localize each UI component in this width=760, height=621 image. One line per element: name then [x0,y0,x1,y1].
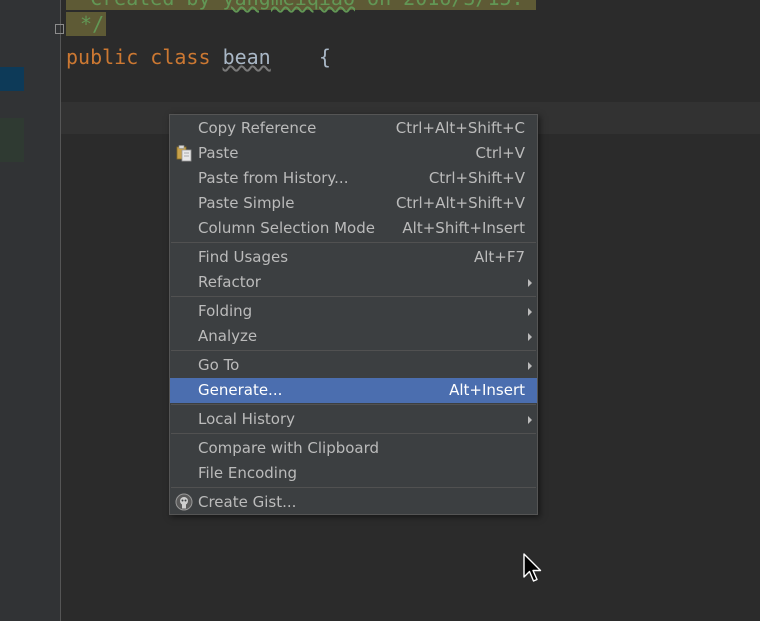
menu-label: Copy Reference [198,119,317,137]
code-class-declaration[interactable]: public class bean { [66,45,331,69]
menu-separator [171,433,536,434]
menu-shortcut: Ctrl+Shift+V [428,169,525,187]
menu-label: Column Selection Mode [198,219,375,237]
menu-label: Generate... [198,381,283,399]
menu-separator [171,404,536,405]
menu-label: Find Usages [198,248,289,266]
menu-item-local-history[interactable]: Local History [170,407,537,432]
menu-item-generate[interactable]: Generate... Alt+Insert [170,378,537,403]
clipboard-icon [176,145,192,162]
menu-label: Go To [198,356,240,374]
menu-label: Paste [198,144,239,162]
menu-shortcut: Ctrl+V [475,144,525,162]
menu-item-paste-simple[interactable]: Paste Simple Ctrl+Alt+Shift+V [170,191,537,216]
menu-item-folding[interactable]: Folding [170,299,537,324]
open-brace: { [318,45,331,69]
menu-item-find-usages[interactable]: Find Usages Alt+F7 [170,245,537,270]
editor-gutter [24,0,61,621]
menu-separator [171,350,536,351]
submenu-arrow-icon [528,362,532,370]
menu-label: Folding [198,302,253,320]
menu-label: Refactor [198,273,261,291]
menu-item-copy-reference[interactable]: Copy Reference Ctrl+Alt+Shift+C [170,116,537,141]
menu-separator [171,296,536,297]
comment-prefix [66,0,90,10]
mouse-pointer-icon [523,553,542,582]
menu-item-go-to[interactable]: Go To [170,353,537,378]
menu-label: File Encoding [198,464,297,482]
menu-item-file-encoding[interactable]: File Encoding [170,461,537,486]
menu-label: Create Gist... [198,493,297,511]
submenu-arrow-icon [528,333,532,341]
menu-shortcut: Alt+Insert [449,381,525,399]
submenu-arrow-icon [528,416,532,424]
menu-item-compare-with-clipboard[interactable]: Compare with Clipboard [170,436,537,461]
submenu-arrow-icon [528,308,532,316]
menu-item-analyze[interactable]: Analyze [170,324,537,349]
menu-separator [171,242,536,243]
tool-window-strip [0,0,24,621]
editor-context-menu: Copy Reference Ctrl+Alt+Shift+C Paste Ct… [169,114,538,515]
comment-date: on 2016/3/15. [355,0,524,10]
comment-text: Created by [90,0,222,10]
menu-shortcut: Alt+Shift+Insert [402,219,525,237]
keyword-class: class [150,45,211,69]
menu-label: Local History [198,410,296,428]
menu-shortcut: Ctrl+Alt+Shift+V [395,194,525,212]
menu-separator [171,487,536,488]
comment-username: yangmeiqiao [223,0,355,10]
class-name[interactable]: bean [223,45,271,69]
menu-label: Paste Simple [198,194,295,212]
menu-label: Paste from History... [198,169,349,187]
code-comment-end: */ [66,12,107,36]
fold-marker-icon[interactable] [55,24,64,34]
menu-item-refactor[interactable]: Refactor [170,270,537,295]
menu-shortcut: Alt+F7 [473,248,525,266]
menu-shortcut: Ctrl+Alt+Shift+C [395,119,525,137]
menu-item-column-selection-mode[interactable]: Column Selection Mode Alt+Shift+Insert [170,216,537,241]
gutter-marker-blue [0,67,24,91]
gutter-marker-green [0,118,24,162]
code-comment-author: Created by yangmeiqiao on 2016/3/15. [66,0,536,10]
menu-item-create-gist[interactable]: Create Gist... [170,490,537,515]
menu-label: Analyze [198,327,258,345]
submenu-arrow-icon [528,279,532,287]
menu-item-paste[interactable]: Paste Ctrl+V [170,141,537,166]
keyword-public: public [66,45,139,69]
menu-item-paste-from-history[interactable]: Paste from History... Ctrl+Shift+V [170,166,537,191]
github-icon [175,493,193,511]
menu-label: Compare with Clipboard [198,439,380,457]
